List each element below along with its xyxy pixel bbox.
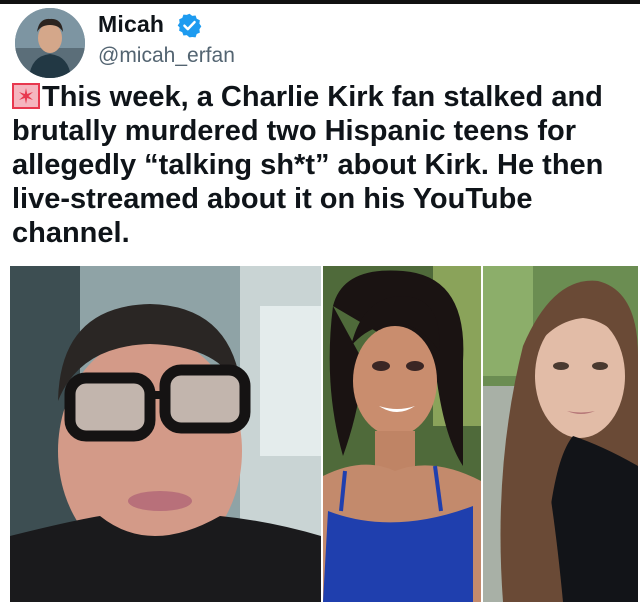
- tweet-text: This week, a Charlie Kirk fan stalked an…: [12, 80, 634, 250]
- top-border: [0, 0, 640, 4]
- verified-badge-icon: [177, 13, 202, 38]
- photo-teen-girl-blue-top-image: [323, 266, 481, 602]
- photo-young-man-glasses-image: [10, 266, 321, 602]
- rotating-light-icon: [12, 83, 40, 109]
- photo-teen-girl-long-hair-image: [483, 266, 638, 602]
- author-handle[interactable]: @micah_erfan: [98, 44, 235, 68]
- photo-young-man-glasses[interactable]: [10, 266, 321, 602]
- photo-teen-girl-blue-top[interactable]: [323, 266, 481, 602]
- tweet-body: This week, a Charlie Kirk fan stalked an…: [12, 81, 604, 249]
- avatar-photo: [15, 8, 85, 78]
- media-grid[interactable]: [10, 266, 638, 602]
- photo-teen-girl-long-hair[interactable]: [483, 266, 638, 602]
- author-avatar[interactable]: [15, 8, 85, 78]
- author-name[interactable]: Micah: [98, 11, 164, 38]
